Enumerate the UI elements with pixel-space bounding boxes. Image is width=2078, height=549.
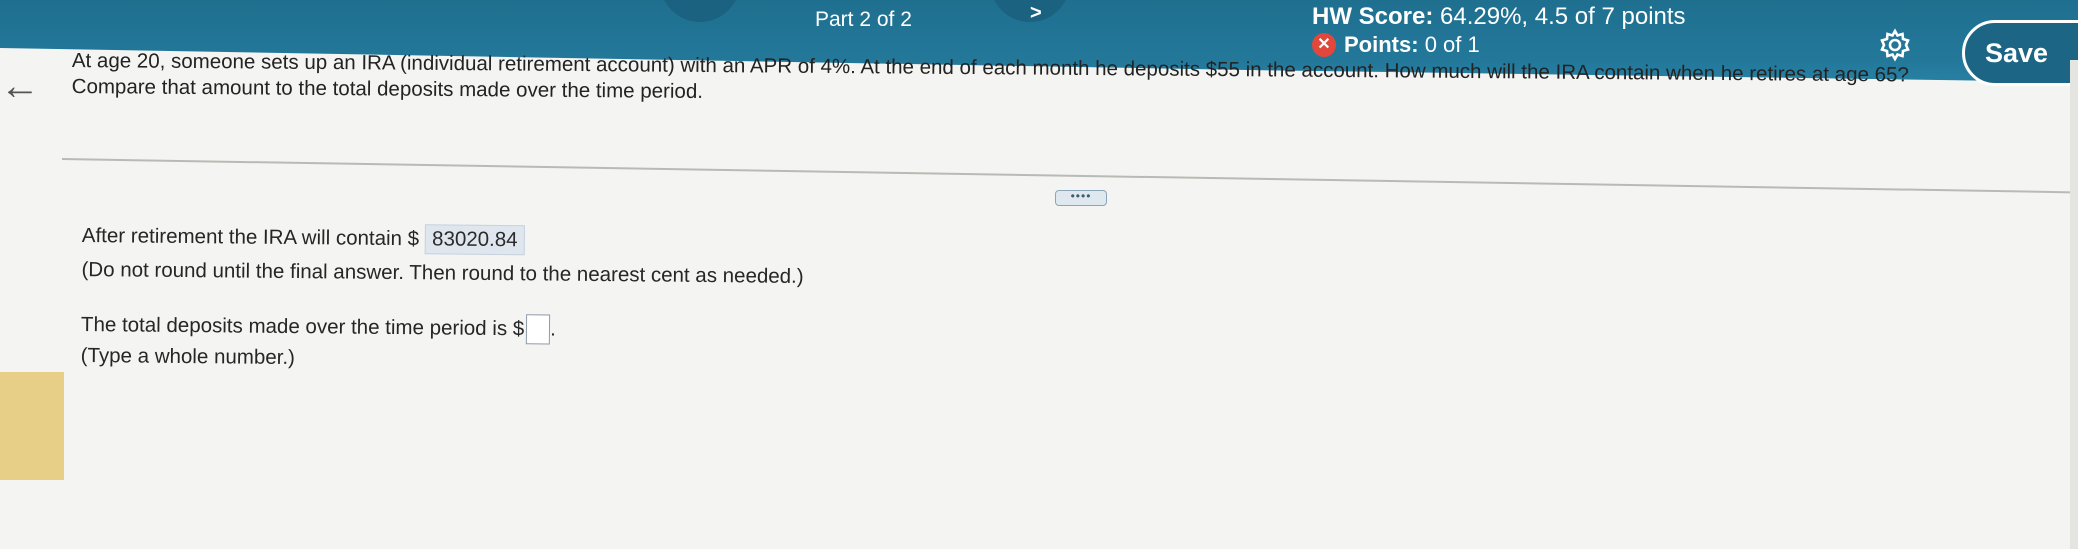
expand-more-button[interactable]: •••• [1055, 190, 1107, 206]
hw-score-label: HW Score: [1312, 3, 1434, 30]
back-arrow-icon[interactable]: ← [0, 66, 40, 106]
answer-2-prefix: The total deposits made over the time pe… [80, 312, 525, 341]
total-deposits-input[interactable] [526, 314, 551, 345]
part-indicator: Part 2 of 2 [815, 8, 912, 31]
scrollbar[interactable] [2070, 60, 2078, 549]
points-status: ✕ Points: 0 of 1 [1312, 32, 1480, 58]
answer-2-suffix: . [550, 317, 557, 341]
answer-section: After retirement the IRA will contain $ … [81, 220, 1282, 380]
gear-icon[interactable] [1878, 28, 1912, 62]
points-label: Points: [1344, 32, 1419, 57]
answer-row-1: After retirement the IRA will contain $ … [82, 220, 1282, 264]
x-circle-icon: ✕ [1312, 33, 1336, 57]
hw-score: HW Score: 64.29%, 4.5 of 7 points [1312, 3, 1686, 31]
sidebar-tab[interactable] [0, 372, 64, 480]
chevron-right-icon[interactable]: > [1030, 2, 1042, 25]
page: Part 2 of 2 > HW Score: 64.29%, 4.5 of 7… [0, 0, 2078, 549]
points-value: 0 of 1 [1424, 32, 1480, 57]
hw-score-value: 64.29%, 4.5 of 7 points [1440, 3, 1686, 30]
section-divider [61, 158, 2072, 194]
answer-1-prefix: After retirement the IRA will contain $ [81, 223, 420, 251]
answer-1-note: (Do not round until the final answer. Th… [81, 257, 804, 288]
answer-1-value[interactable]: 83020.84 [424, 224, 525, 256]
